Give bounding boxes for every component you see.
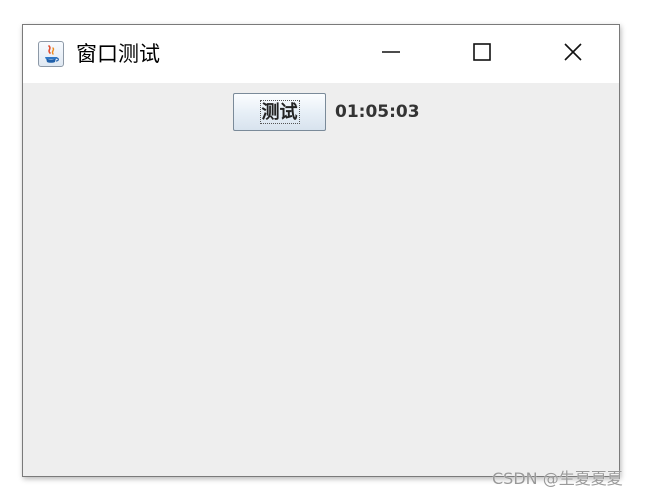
maximize-icon [473, 43, 491, 61]
maximize-button[interactable] [459, 25, 505, 83]
window-title: 窗口测试 [76, 42, 160, 66]
app-window: 窗口测试 测试 01:05:03 [22, 24, 620, 477]
minimize-icon [382, 51, 400, 53]
test-button-label: 测试 [259, 100, 300, 124]
java-coffee-icon [38, 41, 64, 67]
time-display: 01:05:03 [335, 102, 420, 122]
content-panel: 测试 01:05:03 [23, 83, 619, 476]
close-button[interactable] [550, 25, 596, 83]
close-icon [564, 43, 582, 61]
test-button[interactable]: 测试 [233, 93, 326, 131]
title-bar[interactable]: 窗口测试 [23, 25, 619, 83]
csdn-watermark: CSDN @生夏夏夏 [492, 469, 623, 488]
minimize-button[interactable] [368, 25, 414, 83]
screenshot-page: 窗口测试 测试 01:05:03 CSDN @生夏夏夏 [0, 0, 645, 498]
